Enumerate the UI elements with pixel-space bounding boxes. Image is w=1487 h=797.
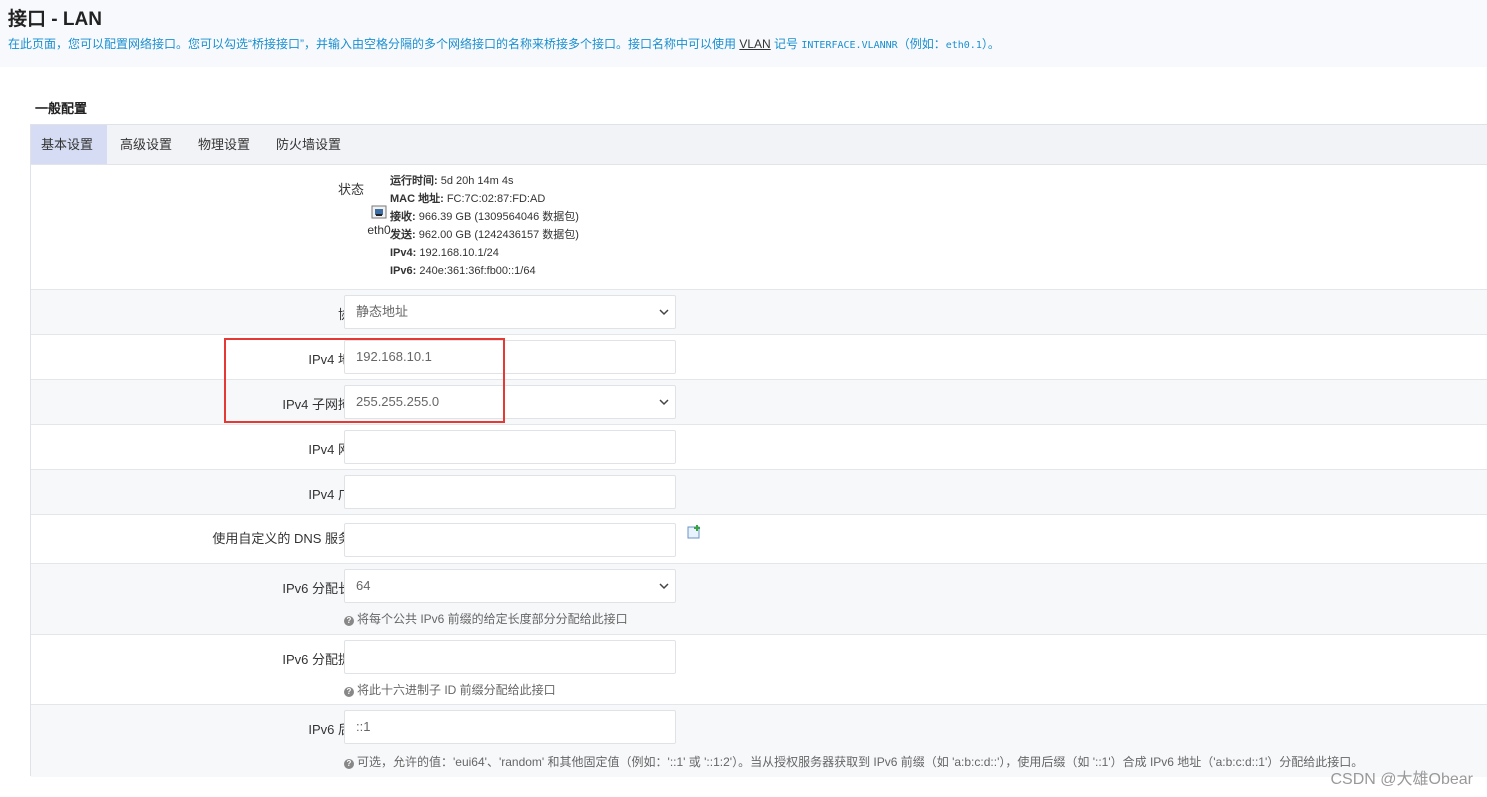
ipv6-suffix-hint: ? 可选，允许的值：'eui64'、'random' 和其他固定值（例如：'::1… [344,753,1363,770]
ipv6-len-row: IPv6 分配长度 64 ? 将每个公共 IPv6 前缀的给定长度部分分配给此接口 [31,564,1487,635]
ipv6-len-select[interactable]: 64 [344,569,676,603]
dns-label: 使用自定义的 DNS 服务器 [212,531,364,546]
help-icon: ? [344,687,354,697]
status-rx: 接收: 966.39 GB (1309564046 数据包) [390,211,579,223]
ipv6-hint-hint: ? 将此十六进制子 ID 前缀分配给此接口 [344,681,556,698]
page-description: 在此页面，您可以配置网络接口。您可以勾选“桥接接口”，并输入由空格分隔的多个网络… [8,35,1000,52]
page-title: 接口 - LAN [8,9,102,30]
ipv6-len-hint: ? 将每个公共 IPv6 前缀的给定长度部分分配给此接口 [344,610,628,627]
status-row: 状态 eth0 运行时间: 5d 20h 14m 4s MAC 地址: FC:7… [31,165,1487,290]
status-ipv6: IPv6: 240e:361:36f:fb00::1/64 [390,265,536,277]
status-details: 运行时间: 5d 20h 14m 4s MAC 地址: FC:7C:02:87:… [390,172,579,280]
desc-text: 在此页面，您可以配置网络接口。您可以勾选“桥接接口”，并输入由空格分隔的多个网络… [8,37,740,51]
ipv4-bcast-row: IPv4 广播 [31,470,1487,515]
ipv6-suffix-row: IPv6 后缀 ::1 ? 可选，允许的值：'eui64'、'random' 和其… [31,705,1487,777]
tab-physical[interactable]: 物理设置 [188,125,260,164]
protocol-select[interactable]: 静态地址 [344,295,676,329]
status-ipv4: IPv4: 192.168.10.1/24 [390,247,499,259]
page-header: 接口 - LAN 在此页面，您可以配置网络接口。您可以勾选“桥接接口”，并输入由… [0,0,1487,67]
ipv6-hint-row: IPv6 分配提示 ? 将此十六进制子 ID 前缀分配给此接口 [31,635,1487,705]
ipv4-addr-input[interactable]: 192.168.10.1 [344,340,676,374]
desc-text-mid: 记号 [770,37,802,51]
dns-row: 使用自定义的 DNS 服务器 [31,515,1487,564]
ipv4-addr-row: IPv4 地址 192.168.10.1 [31,335,1487,380]
dns-input[interactable] [344,523,676,557]
ipv4-gw-input[interactable] [344,430,676,464]
ipv6-hint-input[interactable] [344,640,676,674]
ipv4-gw-row: IPv4 网关 [31,425,1487,470]
desc-code: INTERFACE.VLANNR [801,40,898,51]
vlan-link[interactable]: VLAN [739,37,770,51]
chevron-down-icon [659,309,669,316]
desc-text-post: ）。 [981,37,1000,51]
desc-paren: （例如： [897,37,946,51]
status-tx: 发送: 962.00 GB (1242436157 数据包) [390,229,579,241]
add-dns-icon[interactable] [687,525,701,539]
protocol-row: 协议 静态地址 [31,290,1487,335]
tab-advanced[interactable]: 高级设置 [110,125,182,164]
config-panel: 基本设置 高级设置 物理设置 防火墙设置 状态 eth0 运行时间: 5d 20… [30,124,1487,777]
ethernet-port-icon [371,205,387,219]
watermark: CSDN @大雄Obear [1330,771,1474,788]
tab-firewall[interactable]: 防火墙设置 [266,125,351,164]
help-icon: ? [344,616,354,626]
ipv4-mask-select[interactable]: 255.255.255.0 [344,385,676,419]
tab-basic[interactable]: 基本设置 [31,125,107,164]
chevron-down-icon [659,583,669,590]
status-label: 状态 [337,182,364,197]
tab-bar: 基本设置 高级设置 物理设置 防火墙设置 [31,125,1487,165]
status-mac: MAC 地址: FC:7C:02:87:FD:AD [390,193,546,205]
section-title: 一般配置 [35,101,88,116]
status-uptime: 运行时间: 5d 20h 14m 4s [390,175,514,187]
ipv6-suffix-input[interactable]: ::1 [344,710,676,744]
help-icon: ? [344,759,354,769]
ipv4-bcast-input[interactable] [344,475,676,509]
ipv4-mask-row: IPv4 子网掩码 255.255.255.0 [31,380,1487,425]
desc-example: eth0.1 [945,40,982,51]
chevron-down-icon [659,399,669,406]
